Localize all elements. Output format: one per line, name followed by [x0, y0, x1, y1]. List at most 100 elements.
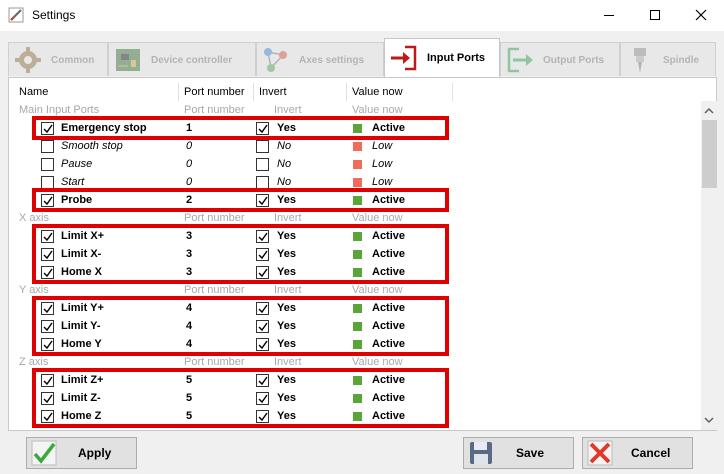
input-port-row[interactable]: Home Y 4 Yes Active	[14, 335, 696, 353]
status-value: Active	[372, 302, 406, 314]
enable-checkbox[interactable]	[41, 266, 54, 279]
save-button[interactable]: Save	[463, 437, 574, 469]
status-value: Active	[372, 320, 406, 332]
port-number[interactable]: 4	[186, 335, 192, 353]
column-header-name[interactable]: Name	[14, 83, 179, 101]
port-number[interactable]: 4	[186, 299, 192, 317]
enable-checkbox[interactable]	[41, 176, 54, 189]
invert-checkbox[interactable]	[256, 410, 269, 423]
invert-label: Yes	[277, 194, 296, 206]
save-label: Save	[516, 446, 545, 460]
tab-spindle[interactable]: Spindle	[620, 42, 716, 76]
group-value-caption: Value now	[352, 284, 403, 296]
port-number[interactable]: 2	[186, 191, 192, 209]
maximize-button[interactable]	[632, 0, 678, 31]
input-port-row[interactable]: Pause 0 No Low	[14, 155, 696, 173]
invert-checkbox[interactable]	[256, 140, 269, 153]
column-header-value-now[interactable]: Value now	[347, 83, 453, 101]
input-port-row[interactable]: Limit X+ 3 Yes Active	[14, 227, 696, 245]
apply-label: Apply	[78, 446, 112, 460]
input-port-row[interactable]: Limit Z- 5 Yes Active	[14, 389, 696, 407]
cancel-button[interactable]: Cancel	[582, 437, 693, 469]
column-header-invert[interactable]: Invert	[254, 83, 347, 101]
port-number[interactable]: 5	[186, 389, 192, 407]
invert-checkbox[interactable]	[256, 248, 269, 261]
input-port-row[interactable]: Home Z 5 Yes Active	[14, 407, 696, 425]
input-ports-grid: Main Input Ports Port number Invert Value n…	[14, 101, 696, 429]
enable-checkbox[interactable]	[41, 194, 54, 207]
apply-button[interactable]: Apply	[26, 437, 137, 469]
input-port-row[interactable]: Start 0 No Low	[14, 173, 696, 191]
invert-checkbox[interactable]	[256, 338, 269, 351]
close-button[interactable]	[678, 0, 724, 31]
status-led-icon	[353, 322, 362, 331]
signal-name: Limit X+	[61, 230, 105, 242]
enable-checkbox[interactable]	[41, 140, 54, 153]
vertical-scrollbar[interactable]	[701, 101, 717, 430]
port-number[interactable]: 0	[186, 155, 192, 173]
tab-device-controller[interactable]: Device controller	[108, 42, 256, 76]
enable-checkbox[interactable]	[41, 320, 54, 333]
invert-checkbox[interactable]	[256, 392, 269, 405]
status-led-icon	[353, 142, 362, 151]
port-number[interactable]: 4	[186, 317, 192, 335]
port-number[interactable]: 5	[186, 371, 192, 389]
input-port-row[interactable]: Limit Z+ 5 Yes Active	[14, 371, 696, 389]
group-header-row: Y axis Port number Invert Value now	[14, 281, 696, 299]
enable-checkbox[interactable]	[41, 230, 54, 243]
invert-checkbox[interactable]	[256, 122, 269, 135]
input-port-row[interactable]: Home X 3 Yes Active	[14, 263, 696, 281]
status-led-icon	[353, 268, 362, 277]
enable-checkbox[interactable]	[41, 158, 54, 171]
enable-checkbox[interactable]	[41, 374, 54, 387]
scroll-up-icon[interactable]	[701, 103, 717, 119]
port-number[interactable]: 3	[186, 245, 192, 263]
enable-checkbox[interactable]	[41, 122, 54, 135]
settings-pencil-icon	[8, 7, 24, 23]
input-port-row[interactable]: Probe 2 Yes Active	[14, 191, 696, 209]
invert-checkbox[interactable]	[256, 266, 269, 279]
invert-checkbox[interactable]	[256, 176, 269, 189]
tab-output-ports[interactable]: Output Ports	[500, 42, 620, 76]
port-number[interactable]: 0	[186, 173, 192, 191]
minimize-button[interactable]	[586, 0, 632, 31]
tab-input-ports[interactable]: Input Ports	[384, 38, 500, 77]
group-value-caption: Value now	[352, 212, 403, 224]
minimize-icon	[604, 15, 614, 16]
enable-checkbox[interactable]	[41, 302, 54, 315]
tab-axes-settings[interactable]: Axes settings	[256, 42, 384, 76]
status-value: Active	[372, 194, 406, 206]
enable-checkbox[interactable]	[41, 248, 54, 261]
port-number[interactable]: 1	[186, 119, 192, 137]
enable-checkbox[interactable]	[41, 338, 54, 351]
port-number[interactable]: 0	[186, 137, 192, 155]
enable-checkbox[interactable]	[41, 392, 54, 405]
invert-checkbox[interactable]	[256, 320, 269, 333]
invert-checkbox[interactable]	[256, 230, 269, 243]
input-port-row[interactable]: Emergency stop 1 Yes Active	[14, 119, 696, 137]
tab-label: Device controller	[151, 55, 233, 66]
circuit-board-icon	[116, 49, 140, 71]
status-led-icon	[353, 178, 362, 187]
input-port-row[interactable]: Smooth stop 0 No Low	[14, 137, 696, 155]
input-port-row[interactable]: Limit Y- 4 Yes Active	[14, 317, 696, 335]
invert-checkbox[interactable]	[256, 194, 269, 207]
input-port-row[interactable]: Limit X- 3 Yes Active	[14, 245, 696, 263]
invert-checkbox[interactable]	[256, 374, 269, 387]
invert-checkbox[interactable]	[256, 302, 269, 315]
signal-name: Limit X-	[61, 248, 102, 260]
settings-tabs: Common Device controller Axes settings I…	[8, 38, 718, 78]
enable-checkbox[interactable]	[41, 410, 54, 423]
port-number[interactable]: 3	[186, 263, 192, 281]
port-number[interactable]: 5	[186, 407, 192, 425]
gear-icon	[15, 47, 41, 73]
tab-common[interactable]: Common	[8, 42, 108, 76]
port-number[interactable]: 3	[186, 227, 192, 245]
column-header-port-number[interactable]: Port number	[179, 83, 254, 101]
invert-checkbox[interactable]	[256, 158, 269, 171]
input-port-row[interactable]: Limit Y+ 4 Yes Active	[14, 299, 696, 317]
group-invert-caption: Invert	[274, 356, 302, 368]
scroll-down-icon[interactable]	[701, 412, 717, 428]
group-port-caption: Port number	[184, 356, 245, 368]
scrollbar-thumb[interactable]	[702, 120, 717, 188]
